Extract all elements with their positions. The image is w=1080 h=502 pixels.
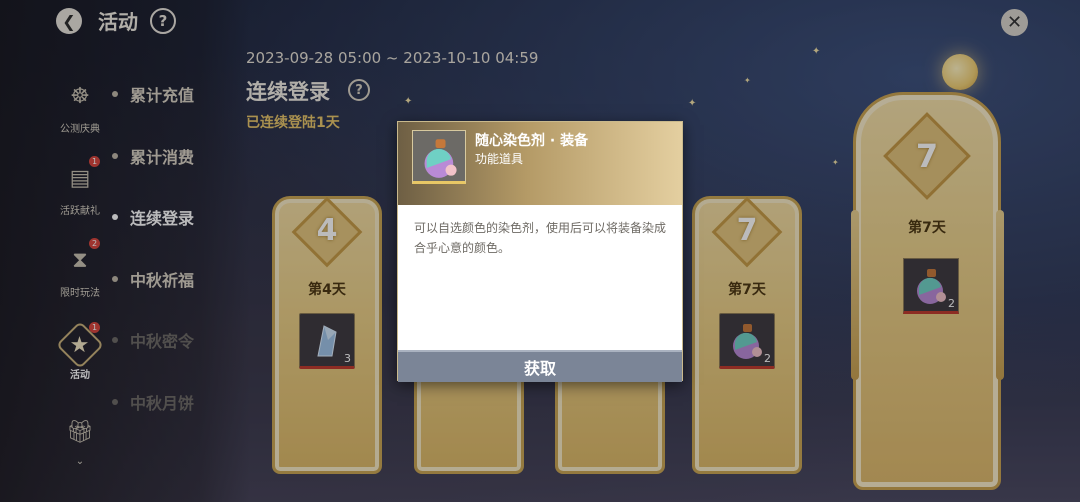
popup-item-type: 功能道具 bbox=[475, 152, 524, 166]
obtain-button[interactable]: 获取 bbox=[398, 350, 682, 382]
popup-item-description: 可以自选颜色的染色剂，使用后可以将装备染成合乎心意的颜色。 bbox=[414, 221, 667, 255]
popup-item-name: 随心染色剂 · 装备 bbox=[475, 133, 589, 149]
item-detail-popup: 随心染色剂 · 装备 功能道具 可以自选颜色的染色剂，使用后可以将装备染成合乎心… bbox=[397, 121, 683, 382]
dye-potion-icon bbox=[424, 139, 457, 178]
popup-item-icon-frame bbox=[412, 130, 466, 184]
popup-header: 随心染色剂 · 装备 功能道具 bbox=[398, 122, 682, 205]
